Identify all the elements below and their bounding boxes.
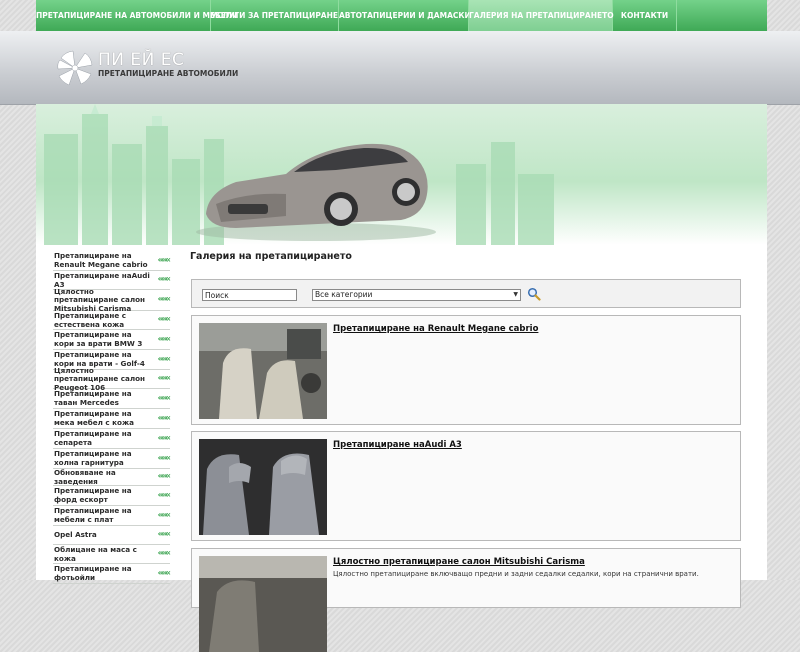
- sidebar-item[interactable]: Цялостно претапициране салон Peugeot 106…: [53, 366, 172, 392]
- magnifier-icon[interactable]: [527, 287, 541, 301]
- sidebar-item[interactable]: Облицане на маса с кожа «««: [53, 544, 172, 564]
- gallery-thumbnail[interactable]: [199, 439, 327, 535]
- nav-item-fabrics[interactable]: АВТОТАПИЦЕРИИ И ДАМАСКИ: [339, 0, 471, 31]
- gallery-card: Претапициране на Renault Megane cabrio: [191, 315, 741, 425]
- sidebar-item-label: Цялостно претапициране салон Mitsubishi …: [54, 286, 145, 313]
- nav-item-services[interactable]: УСЛУГИ ЗА ПРЕТАПИЦИРАНЕ: [211, 0, 339, 31]
- sidebar-item-label: Претапициране на таван Mercedes: [54, 389, 132, 407]
- chevrons-left-icon: «««: [157, 490, 172, 501]
- gallery-card-title[interactable]: Претапициране наAudi A3: [333, 440, 462, 450]
- hero-banner: [36, 104, 767, 245]
- gallery-card-title[interactable]: Претапициране на Renault Megane cabrio: [333, 324, 538, 334]
- sidebar-item[interactable]: Претапициране на сепарета «««: [53, 429, 172, 449]
- chevrons-left-icon: «««: [157, 471, 172, 482]
- chevrons-left-icon: «««: [157, 354, 172, 365]
- sidebar-item[interactable]: Претапициране на мебели с плат «««: [53, 506, 172, 526]
- chevrons-left-icon: «««: [157, 413, 172, 424]
- sidebar-item[interactable]: Претапициране с естествена кожа «««: [53, 310, 172, 330]
- chevrons-left-icon: «««: [157, 433, 172, 444]
- logo-title[interactable]: ПИ ЕЙ ЕС: [98, 50, 184, 70]
- sidebar-item-label: Обновяване на заведения: [54, 467, 116, 486]
- gallery-thumbnail[interactable]: [199, 556, 327, 652]
- top-navigation: ПРЕТАПИЦИРАНЕ НА АВТОМОБИЛИ И МЕБЕЛИ УСЛ…: [36, 0, 767, 32]
- car-interior-image: [199, 323, 327, 419]
- nav-item-gallery[interactable]: ГАЛЕРИЯ НА ПРЕТАПИЦИРАНЕТО: [469, 0, 614, 31]
- category-select-value: Все категории: [315, 290, 373, 299]
- chevrons-left-icon: «««: [157, 548, 172, 559]
- sidebar-item-label: Претапициране на мека мебел с кожа: [54, 409, 134, 427]
- gallery-filter-bar: Все категории ▼: [191, 279, 741, 308]
- logo-subtitle: ПРЕТАПИЦИРАНЕ АВТОМОБИЛИ: [98, 69, 239, 78]
- sidebar-item-label: Претапициране с естествена кожа: [54, 310, 127, 329]
- chevrons-left-icon: «««: [157, 393, 172, 404]
- chevrons-left-icon: «««: [157, 294, 172, 305]
- nav-item-upholstery[interactable]: ПРЕТАПИЦИРАНЕ НА АВТОМОБИЛИ И МЕБЕЛИ: [36, 0, 238, 31]
- sidebar: Претапициране на Renault Megane cabrio ««…: [53, 251, 172, 584]
- nav-item-contacts[interactable]: КОНТАКТИ: [613, 0, 677, 31]
- car-interior-image: [199, 556, 327, 652]
- car-seat-image: [199, 439, 327, 535]
- city-car-banner-image: [44, 104, 554, 245]
- gallery-card-description: Цялостно претапициране включващо предни …: [333, 570, 699, 578]
- sidebar-item[interactable]: Претапициране на холна гарнитура «««: [53, 449, 172, 469]
- sidebar-item[interactable]: Цялостно претапициране салон Mitsubishi …: [53, 286, 172, 313]
- sidebar-item-label: Претапициране на мебели с плат: [54, 506, 132, 524]
- page-title: Галерия на претапицирането: [190, 251, 352, 262]
- sidebar-item-label: Претапициране на кори за врати BMW 3: [54, 330, 143, 348]
- sidebar-item[interactable]: Претапициране на мека мебел с кожа «««: [53, 409, 172, 429]
- sidebar-item[interactable]: Претапициране на кори за врати BMW 3 «««: [53, 330, 172, 350]
- gallery-card: Претапициране наAudi A3: [191, 431, 741, 541]
- sidebar-item-label: Претапициране на холна гарнитура: [54, 449, 132, 467]
- chevrons-left-icon: «««: [157, 568, 172, 579]
- chevrons-left-icon: «««: [157, 334, 172, 345]
- chevrons-left-icon: «««: [157, 255, 172, 266]
- category-select[interactable]: Все категории ▼: [312, 289, 521, 301]
- sidebar-item[interactable]: Претапициране на форд ескорт «««: [53, 486, 172, 506]
- gallery-card-title[interactable]: Цялостно претапициране салон Mitsubishi …: [333, 557, 585, 567]
- sidebar-item-label: Претапициране на фотьойли: [54, 564, 132, 582]
- sidebar-item-label: Облицане на маса с кожа: [54, 544, 137, 563]
- chevron-down-icon: ▼: [513, 291, 518, 298]
- gallery-card: Цялостно претапициране салон Mitsubishi …: [191, 548, 741, 652]
- chevrons-left-icon: «««: [157, 529, 172, 540]
- search-input[interactable]: [202, 289, 297, 301]
- sidebar-item-label: Претапициране на Renault Megane cabrio: [54, 251, 148, 269]
- chevrons-left-icon: «««: [157, 314, 172, 325]
- site-header: ПИ ЕЙ ЕС ПРЕТАПИЦИРАНЕ АВТОМОБИЛИ: [0, 31, 800, 105]
- sidebar-item[interactable]: Претапициране на фотьойли «««: [53, 564, 172, 584]
- chevrons-left-icon: «««: [157, 510, 172, 521]
- sidebar-item[interactable]: Претапициране на Renault Megane cabrio ««…: [53, 251, 172, 271]
- sidebar-item-label: Opel Astra: [54, 530, 97, 540]
- chevrons-left-icon: «««: [157, 274, 172, 285]
- logo-icon[interactable]: [55, 48, 95, 88]
- sidebar-item[interactable]: Opel Astra «««: [53, 526, 172, 545]
- chevrons-left-icon: «««: [157, 373, 172, 384]
- sidebar-item[interactable]: Обновяване на заведения «««: [53, 467, 172, 486]
- chevrons-left-icon: «««: [157, 453, 172, 464]
- sidebar-item[interactable]: Претапициране на таван Mercedes «««: [53, 389, 172, 409]
- gallery-thumbnail[interactable]: [199, 323, 327, 419]
- sidebar-item-label: Претапициране на сепарета: [54, 429, 132, 447]
- sidebar-item-label: Претапициране на форд ескорт: [54, 486, 132, 504]
